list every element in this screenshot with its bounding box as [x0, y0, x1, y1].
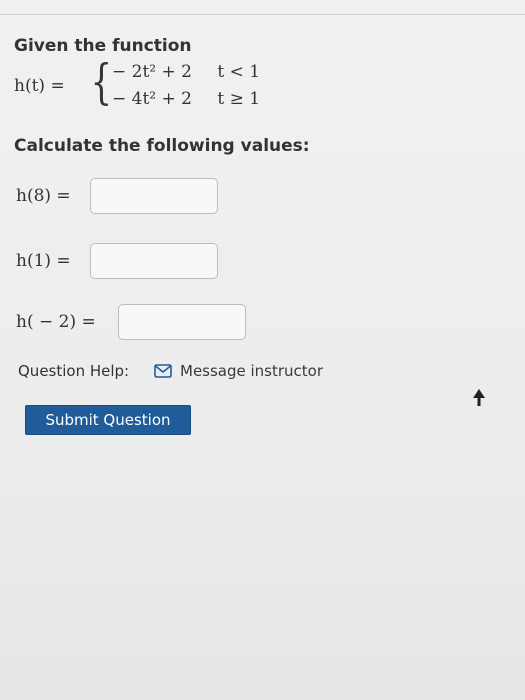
- question-help: Question Help: Message instructor: [18, 362, 323, 380]
- question-label-h1: h(1) =: [16, 251, 71, 271]
- case-2-expression: − 4t² + 2: [112, 89, 192, 109]
- calculate-prompt: Calculate the following values:: [14, 136, 310, 156]
- case-1-expression: − 2t² + 2: [112, 62, 192, 82]
- answer-input-h8[interactable]: [90, 178, 218, 214]
- question-label-h8: h(8) =: [16, 186, 71, 206]
- message-instructor-label: Message instructor: [180, 362, 324, 380]
- mouse-pointer-icon: [473, 389, 485, 406]
- function-heading: Given the function: [14, 36, 192, 56]
- question-label-h-neg2: h( − 2) =: [16, 312, 96, 332]
- case-row-2: − 4t² + 2 t ≥ 1: [112, 89, 260, 109]
- answer-input-h-neg2[interactable]: [118, 304, 246, 340]
- answer-input-h1[interactable]: [90, 243, 218, 279]
- case-1-condition: t < 1: [217, 62, 261, 82]
- case-row-1: − 2t² + 2 t < 1: [112, 62, 260, 82]
- submit-question-button[interactable]: Submit Question: [25, 405, 191, 435]
- function-lhs: h(t) =: [14, 76, 65, 96]
- left-brace: {: [90, 54, 112, 110]
- piecewise-function: h(t) = { − 2t² + 2 t < 1 − 4t² + 2 t ≥ 1: [14, 58, 274, 112]
- case-2-condition: t ≥ 1: [217, 89, 261, 109]
- question-help-label: Question Help:: [18, 362, 130, 380]
- top-divider: [0, 14, 525, 15]
- envelope-icon: [154, 364, 172, 378]
